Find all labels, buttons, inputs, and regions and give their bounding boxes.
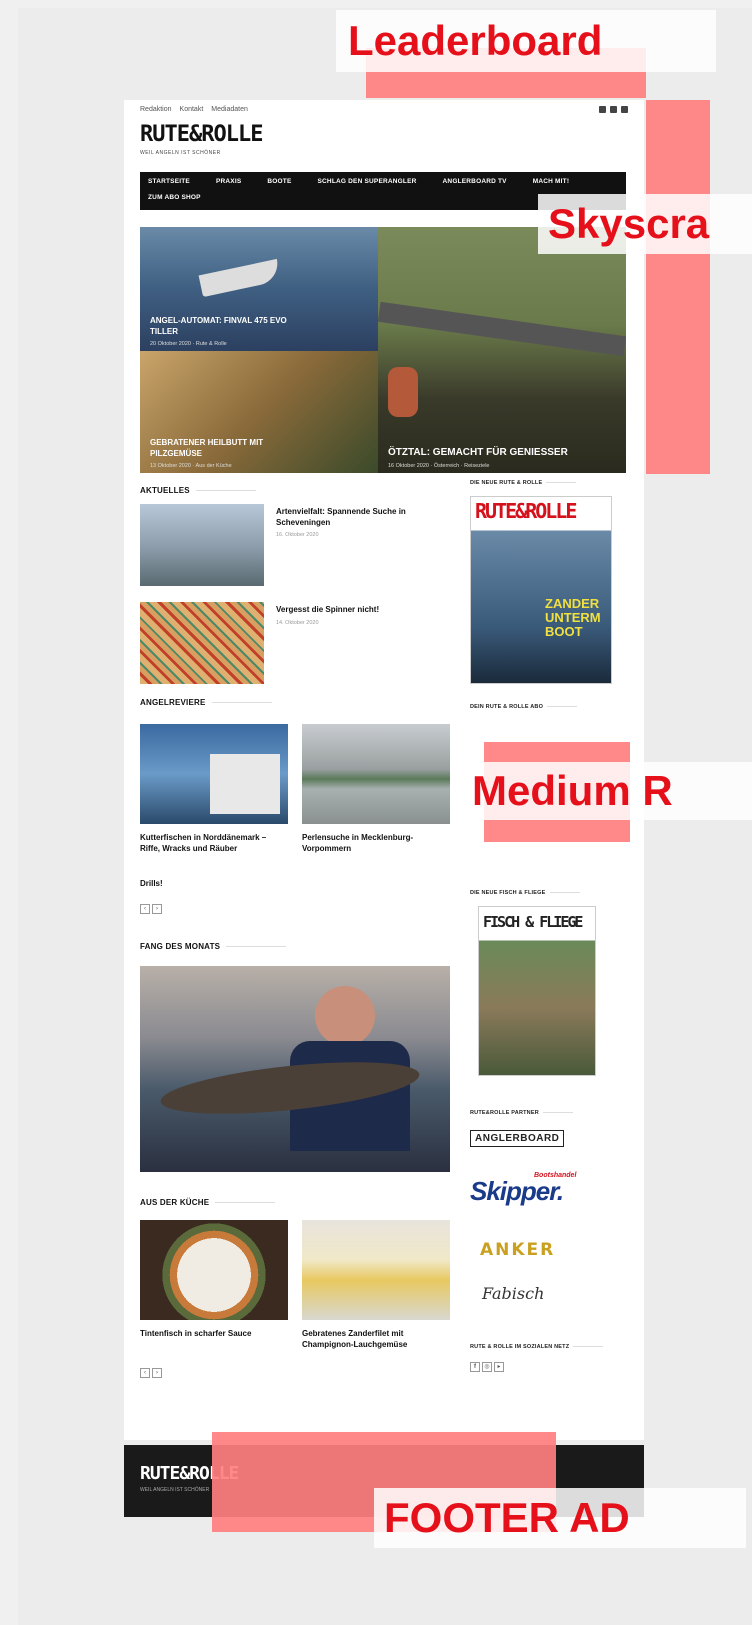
magazine-rute-logo: RUTE&ROLLE: [475, 499, 577, 523]
nav-item-mach-mit[interactable]: MACH MIT!: [533, 178, 569, 188]
pager-kueche: ‹ ›: [140, 1368, 162, 1378]
pager-reviere: ‹ ›: [140, 904, 162, 914]
thumb-tintenfisch[interactable]: [140, 1220, 288, 1320]
partner-fabisch[interactable]: Fabisch: [482, 1284, 544, 1303]
sidebar-social-icons: f ◎ ▸: [470, 1362, 504, 1372]
nav-item-abo-shop[interactable]: ZUM ABO SHOP: [148, 194, 201, 204]
ship-shape: [210, 754, 280, 814]
partner-anglerboard[interactable]: ANGLERBOARD: [470, 1130, 565, 1147]
thumb-kutter[interactable]: [140, 724, 288, 824]
angler-head-shape: [315, 986, 375, 1046]
instagram-icon[interactable]: [610, 106, 617, 113]
nav-item-startseite[interactable]: STARTSEITE: [148, 178, 190, 188]
magazine-fisch-logo: FISCH & FLIEGE: [483, 913, 583, 931]
article-title-scheveningen[interactable]: Artenvielfalt: Spannende Suche in Scheve…: [276, 506, 456, 528]
thumb-zanderfilet[interactable]: [302, 1220, 450, 1320]
article-title-perlensuche[interactable]: Perlensuche in Mecklenburg-Vorpommern: [302, 832, 450, 854]
hero-meta-1: 20 Oktober 2020 · Rute & Rolle: [150, 341, 227, 347]
hero-tile-food[interactable]: GEBRATENER HEILBUTT MIT PILZGEMÜSE 13 Ok…: [140, 351, 378, 473]
pager-next-button[interactable]: ›: [152, 1368, 162, 1378]
article-title-spinner[interactable]: Vergesst die Spinner nicht!: [276, 604, 456, 615]
section-title-fang: FANG DES MONATS: [140, 942, 287, 951]
nav-item-praxis[interactable]: PRAXIS: [216, 178, 241, 188]
log-shape: [378, 301, 626, 357]
sidebar-title-neue-rute: DIE NEUE RUTE & ROLLE: [470, 480, 577, 486]
hero-tile-boat[interactable]: ANGEL-AUTOMAT: FINVAL 475 EVO TILLER 20 …: [140, 227, 378, 351]
social-top: [599, 106, 628, 113]
hero-meta-2: 13 Oktober 2020 · Aus der Küche: [150, 463, 232, 469]
nav-item-superangler[interactable]: SCHLAG DEN SUPERANGLER: [318, 178, 417, 188]
medium-rectangle-ad-label: Medium R: [462, 762, 752, 820]
hero-title-1: ANGEL-AUTOMAT: FINVAL 475 EVO TILLER: [150, 316, 287, 336]
section-title-kueche: AUS DER KÜCHE: [140, 1198, 276, 1207]
skyscraper-ad[interactable]: [646, 100, 710, 474]
pager-prev-button[interactable]: ‹: [140, 904, 150, 914]
sidebar-title-partner: RUTE&ROLLE PARTNER: [470, 1110, 573, 1116]
article-date-spinner: 14. Oktober 2020: [276, 620, 319, 626]
youtube-icon[interactable]: ▸: [494, 1362, 504, 1372]
sidebar-title-neue-fisch: DIE NEUE FISCH & FLIEGE: [470, 890, 580, 896]
thumb-scheveningen[interactable]: [140, 504, 264, 586]
skyscraper-ad-label: Skyscra: [538, 194, 752, 254]
magazine-rute-rolle[interactable]: RUTE&ROLLE ZANDER UNTERM BOOT: [470, 496, 612, 684]
thumb-spinner[interactable]: [140, 602, 264, 684]
nav-item-boote[interactable]: BOOTE: [267, 178, 291, 188]
hero-grid: ANGEL-AUTOMAT: FINVAL 475 EVO TILLER 20 …: [140, 227, 626, 473]
footer-tagline: WEIL ANGELN IST SCHÖNER: [140, 1487, 210, 1493]
youtube-icon[interactable]: [621, 106, 628, 113]
instagram-icon[interactable]: ◎: [482, 1362, 492, 1372]
partner-anker[interactable]: ANKER: [480, 1240, 555, 1260]
article-title-tintenfisch[interactable]: Tintenfisch in scharfer Sauce: [140, 1328, 300, 1339]
partner-bootshandel: Bootshandel: [534, 1172, 577, 1179]
site-tagline: WEIL ANGELN IST SCHÖNER: [140, 150, 221, 156]
nav-item-anglerboard-tv[interactable]: ANGLERBOARD TV: [443, 178, 507, 188]
pager-prev-button[interactable]: ‹: [140, 1368, 150, 1378]
topbar-link-mediadaten[interactable]: Mediadaten: [211, 106, 248, 113]
hero-title-2: GEBRATENER HEILBUTT MIT PILZGEMÜSE: [150, 438, 264, 458]
site-logo[interactable]: RUTE&ROLLE: [140, 122, 263, 147]
sidebar-title-abo: DEIN RUTE & ROLLE ABO: [470, 704, 578, 710]
leaderboard-ad-label: Leaderboard: [336, 10, 716, 72]
partner-skipper[interactable]: Skipper.: [470, 1176, 564, 1207]
backpack-shape: [388, 367, 418, 417]
facebook-icon[interactable]: [599, 106, 606, 113]
article-date-scheveningen: 16. Oktober 2020: [276, 532, 319, 538]
sidebar-title-social: RUTE & ROLLE IM SOZIALEN NETZ: [470, 1344, 604, 1350]
footer-ad-label: FOOTER AD: [374, 1488, 746, 1548]
fang-des-monats-image[interactable]: [140, 966, 450, 1172]
magazine-fisch-fliege[interactable]: FISCH & FLIEGE: [478, 906, 596, 1076]
thumb-perlensuche[interactable]: [302, 724, 450, 824]
hero-tile-oetztal[interactable]: ÖTZTAL: GEMACHT FÜR GENIESSER 16 Oktober…: [378, 227, 626, 473]
pager-next-button[interactable]: ›: [152, 904, 162, 914]
topbar: Redaktion Kontakt Mediadaten: [140, 106, 248, 113]
magazine-rute-headline: ZANDER UNTERM BOOT: [545, 596, 601, 639]
topbar-link-kontakt[interactable]: Kontakt: [180, 106, 204, 113]
section-title-angelreviere: ANGELREVIERE: [140, 698, 272, 707]
facebook-icon[interactable]: f: [470, 1362, 480, 1372]
article-title-zanderfilet[interactable]: Gebratenes Zanderfilet mit Champignon-La…: [302, 1328, 452, 1350]
drills-label[interactable]: Drills!: [140, 878, 163, 889]
hero-meta-3: 16 Oktober 2020 · Österreich · Reiseziel…: [388, 463, 490, 469]
boat-shape: [198, 258, 282, 298]
hero-title-3: ÖTZTAL: GEMACHT FÜR GENIESSER: [388, 447, 568, 458]
topbar-link-redaktion[interactable]: Redaktion: [140, 106, 172, 113]
article-title-kutter[interactable]: Kutterfischen in Norddänemark – Riffe, W…: [140, 832, 288, 854]
section-title-aktuelles: AKTUELLES: [140, 486, 256, 495]
